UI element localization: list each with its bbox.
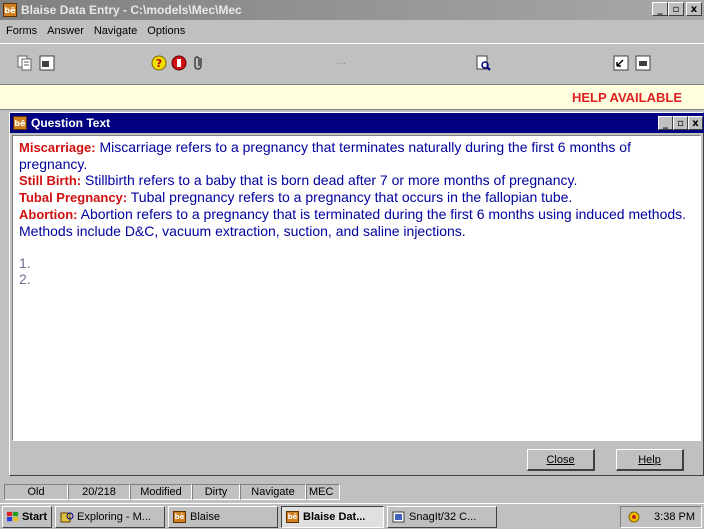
definition-abortion: Abortion: Abortion refers to a pregnancy…: [19, 206, 694, 239]
question-text-window: bē Question Text _ ▫ x Miscarriage: Misc…: [9, 112, 704, 476]
help-button-label: Help: [638, 453, 661, 466]
answer-option[interactable]: 2.: [19, 271, 694, 287]
task-label: Exploring - M...: [77, 510, 151, 523]
definition-still-birth: Still Birth: Stillbirth refers to a baby…: [19, 172, 694, 189]
definition-tubal-pregnancy: Tubal Pregnancy: Tubal pregnancy refers …: [19, 189, 694, 206]
definition-term: Abortion:: [19, 207, 78, 222]
taskbar: Start Exploring - M... bē Blaise bē Blai…: [0, 503, 704, 529]
close-dialog-button[interactable]: Close: [527, 449, 595, 471]
question-maximize-button[interactable]: ▫: [673, 116, 688, 130]
help-question-icon[interactable]: ?: [150, 54, 168, 72]
task-label: Blaise: [190, 510, 220, 523]
definition-text: Tubal pregnancy refers to a pregnancy th…: [127, 189, 573, 205]
menu-forms[interactable]: Forms: [6, 25, 37, 37]
copy-form-icon[interactable]: [16, 54, 34, 72]
clock[interactable]: 3:38 PM: [654, 511, 695, 523]
menu-options[interactable]: Options: [147, 25, 185, 37]
task-label: Blaise Dat...: [303, 510, 366, 523]
window-controls: _ ▫ x: [652, 2, 702, 16]
start-button[interactable]: Start: [2, 505, 52, 528]
blaise-icon: bē: [173, 510, 186, 523]
status-cell-record: Old: [4, 484, 68, 500]
status-cell-mode: Navigate: [240, 484, 306, 500]
snagit-icon: [392, 511, 405, 522]
task-exploring[interactable]: Exploring - M...: [55, 505, 165, 528]
toolbar: ? ···: [0, 43, 704, 85]
prev-field-icon[interactable]: [612, 54, 630, 72]
question-window-controls: _ ▫ x: [658, 116, 703, 130]
question-close-button[interactable]: x: [688, 116, 703, 130]
task-snagit[interactable]: SnagIt/32 C...: [387, 505, 497, 528]
stop-icon[interactable]: [170, 54, 188, 72]
blaise-icon: bē: [286, 510, 299, 523]
attachment-icon[interactable]: [190, 54, 208, 72]
answer-option[interactable]: 1.: [19, 255, 694, 271]
task-blaise-data-entry[interactable]: bē Blaise Dat...: [281, 505, 384, 528]
window-title: Blaise Data Entry - C:\models\Mec\Mec: [21, 3, 242, 17]
start-label: Start: [21, 510, 47, 523]
tray-network-icon[interactable]: [627, 511, 641, 523]
svg-text:?: ?: [156, 57, 162, 70]
definition-term: Miscarriage:: [19, 140, 96, 155]
definition-term: Still Birth:: [19, 173, 82, 188]
status-cell-instrument: MEC: [306, 484, 340, 500]
blaise-app-icon[interactable]: bē: [3, 3, 17, 17]
question-window-title: Question Text: [31, 116, 111, 130]
help-button[interactable]: Help: [616, 449, 684, 471]
form-icon[interactable]: [38, 54, 56, 72]
task-blaise[interactable]: bē Blaise: [168, 505, 278, 528]
definition-miscarriage: Miscarriage: Miscarriage refers to a pre…: [19, 139, 694, 172]
status-cell-dirty: Dirty: [192, 484, 240, 500]
system-tray: 3:38 PM: [620, 506, 702, 528]
status-bar: Old 20/218 Modified Dirty Navigate MEC: [0, 482, 704, 502]
question-window-title-bar[interactable]: bē Question Text _ ▫ x: [10, 113, 704, 133]
definition-text: Abortion refers to a pregnancy that is t…: [19, 206, 687, 239]
definition-term: Tubal Pregnancy:: [19, 190, 128, 205]
minimize-button[interactable]: _: [652, 2, 668, 16]
status-cell-modified: Modified: [130, 484, 192, 500]
next-field-icon[interactable]: [634, 54, 652, 72]
answer-list: 1. 2.: [19, 255, 694, 287]
menu-bar: Forms Answer Navigate Options: [0, 20, 704, 42]
help-available-label: HELP AVAILABLE: [571, 90, 682, 105]
help-available-bar: HELP AVAILABLE: [0, 85, 704, 110]
explorer-icon: [60, 512, 74, 522]
dots-icon: ···: [336, 57, 346, 69]
question-text-body: Miscarriage: Miscarriage refers to a pre…: [12, 135, 701, 441]
blaise-app-icon[interactable]: bē: [13, 116, 27, 130]
close-dialog-label: Close: [546, 453, 575, 466]
windows-logo-icon: [7, 511, 19, 521]
menu-navigate[interactable]: Navigate: [94, 25, 137, 37]
close-button[interactable]: x: [686, 2, 702, 16]
task-label: SnagIt/32 C...: [409, 510, 477, 523]
maximize-button[interactable]: ▫: [668, 2, 684, 16]
question-minimize-button[interactable]: _: [658, 116, 673, 130]
definition-text: Miscarriage refers to a pregnancy that t…: [19, 139, 631, 172]
definition-text: Stillbirth refers to a baby that is born…: [81, 172, 578, 188]
main-title-bar[interactable]: bē Blaise Data Entry - C:\models\Mec\Mec…: [0, 0, 704, 20]
status-cell-position: 20/218: [68, 484, 130, 500]
menu-answer[interactable]: Answer: [47, 25, 84, 37]
find-icon[interactable]: [474, 54, 492, 72]
